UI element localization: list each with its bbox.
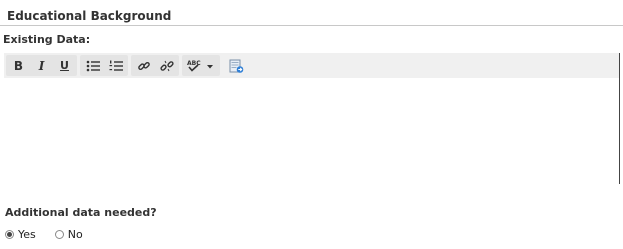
list-group xyxy=(80,55,128,76)
editor-toolbar: B I U ABC xyxy=(4,53,619,78)
radio-selected-dot xyxy=(7,232,12,237)
section-title: Educational Background xyxy=(7,9,172,23)
numbered-list-icon xyxy=(109,60,123,71)
editor-content-area[interactable] xyxy=(4,78,619,184)
link-group xyxy=(131,55,179,76)
bulleted-list-icon xyxy=(86,60,100,71)
bold-label: B xyxy=(13,58,24,73)
radio-yes-label: Yes xyxy=(18,228,36,241)
spellcheck-icon: ABC xyxy=(187,60,213,72)
radio-option-no[interactable]: No xyxy=(54,228,83,241)
existing-data-label: Existing Data: xyxy=(3,33,91,46)
page: Educational Background Existing Data: B … xyxy=(0,0,623,249)
spellcheck-button[interactable]: ABC xyxy=(183,55,219,76)
format-group: B I U xyxy=(6,55,77,76)
radio-option-yes[interactable]: Yes xyxy=(5,228,36,241)
radio-no[interactable] xyxy=(54,230,64,239)
svg-text:ABC: ABC xyxy=(187,60,201,67)
link-button[interactable] xyxy=(132,55,155,76)
unlink-button[interactable] xyxy=(155,55,178,76)
additional-data-radio-group: Yes No xyxy=(5,228,83,241)
paste-icon xyxy=(229,59,243,73)
radio-yes[interactable] xyxy=(5,230,14,239)
numbered-list-button[interactable] xyxy=(104,55,127,76)
italic-label: I xyxy=(38,58,45,73)
rich-text-editor: B I U ABC xyxy=(4,53,620,184)
spellcheck-group: ABC xyxy=(182,55,220,76)
bulleted-list-button[interactable] xyxy=(81,55,104,76)
italic-button[interactable]: I xyxy=(30,55,53,76)
underline-button[interactable]: U xyxy=(53,55,76,76)
radio-no-label: No xyxy=(67,228,83,241)
bold-button[interactable]: B xyxy=(7,55,30,76)
additional-data-question: Additional data needed? xyxy=(5,206,157,219)
section-divider xyxy=(0,25,623,26)
unlink-icon xyxy=(159,60,174,71)
underline-label: U xyxy=(60,59,69,72)
link-icon xyxy=(137,61,150,70)
paste-group xyxy=(223,55,248,76)
paste-button[interactable] xyxy=(224,55,247,76)
